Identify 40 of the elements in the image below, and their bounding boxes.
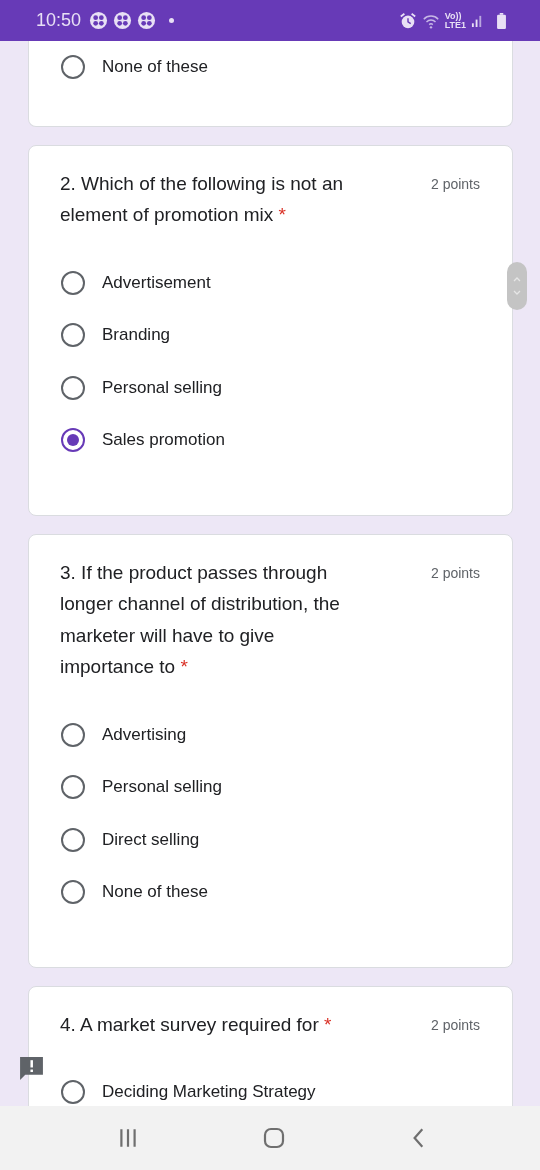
radio-button[interactable]: [61, 1080, 85, 1105]
option-label[interactable]: Sales promotion: [102, 430, 225, 451]
volte-label: Vo)): [444, 11, 462, 21]
option-label[interactable]: Branding: [102, 325, 171, 346]
option-label[interactable]: Direct selling: [102, 829, 200, 850]
question-text: 4. A market survey required for *: [60, 1012, 332, 1037]
option-label[interactable]: None of these: [102, 57, 208, 78]
notification-icon: [89, 11, 109, 30]
option-label[interactable]: Personal selling: [102, 777, 222, 798]
notification-icon: [113, 11, 133, 30]
notification-icon: [137, 11, 157, 30]
radio-button[interactable]: [61, 880, 85, 905]
option-label[interactable]: Advertisement: [102, 272, 211, 293]
radio-button[interactable]: [61, 55, 85, 80]
radio-button[interactable]: [61, 270, 85, 295]
points-label: 2 points: [430, 174, 480, 194]
scroll-handle-icon[interactable]: [507, 262, 527, 310]
feedback-icon[interactable]: [18, 1055, 45, 1082]
network-label: LTE1: [444, 20, 466, 30]
option-label[interactable]: None of these: [102, 882, 208, 903]
option-label[interactable]: Personal selling: [102, 377, 222, 398]
clock-time: 10:50: [36, 10, 82, 31]
more-notifications-icon: [169, 18, 175, 23]
radio-button[interactable]: [61, 375, 85, 400]
radio-button[interactable]: [61, 323, 85, 348]
signal-icon: [471, 13, 484, 28]
points-label: 2 points: [430, 563, 480, 583]
battery-icon: [497, 12, 506, 29]
radio-button[interactable]: [61, 827, 85, 852]
recent-apps-icon[interactable]: [117, 1127, 139, 1149]
radio-button[interactable]: [61, 775, 85, 800]
question-text: 2. Which of the following is not an element of promotion mix *: [60, 171, 345, 227]
alarm-icon: [398, 11, 417, 30]
points-label: 2 points: [430, 1015, 480, 1035]
home-icon[interactable]: [262, 1127, 285, 1149]
radio-button[interactable]: [61, 428, 85, 453]
radio-button[interactable]: [61, 722, 85, 747]
option-label[interactable]: Advertising: [102, 724, 187, 745]
option-label[interactable]: Deciding Marketing Strategy: [102, 1082, 316, 1103]
question-text: 3. If the product passes through longer channel of distribution, the marketer will have to give importance to *: [60, 560, 341, 679]
